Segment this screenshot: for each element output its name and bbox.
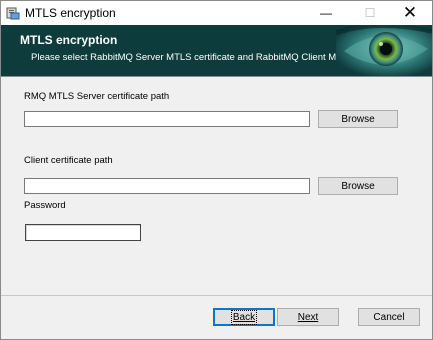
eye-icon (336, 25, 432, 76)
banner-divider (1, 76, 432, 77)
client-cert-path-input[interactable] (24, 178, 310, 194)
cancel-button[interactable]: Cancel (358, 308, 420, 326)
installer-window: MTLS encryption — ☐ ✕ MTLS encryption Pl… (0, 0, 433, 340)
installer-app-icon (6, 7, 20, 20)
client-cert-label: Client certificate path (24, 155, 113, 166)
browse-label: Browse (341, 113, 375, 125)
maximize-icon: ☐ (364, 6, 376, 20)
back-button[interactable]: Back (213, 308, 275, 326)
banner-subtitle: Please select RabbitMQ Server MTLS certi… (31, 52, 365, 63)
next-button[interactable]: Next (277, 308, 339, 326)
window-title: MTLS encryption (25, 6, 116, 20)
title-bar: MTLS encryption — ☐ ✕ (1, 1, 432, 25)
next-label: Next (297, 311, 319, 323)
header-banner: MTLS encryption Please select RabbitMQ S… (1, 25, 432, 76)
browse-label: Browse (341, 180, 375, 192)
banner-title: MTLS encryption (20, 33, 118, 47)
minimize-button[interactable]: — (307, 1, 345, 25)
back-label: Back (230, 309, 258, 325)
browse-server-cert-button[interactable]: Browse (318, 110, 398, 128)
footer-divider (1, 295, 432, 296)
minimize-icon: — (320, 6, 332, 20)
password-input[interactable] (25, 224, 141, 241)
browse-client-cert-button[interactable]: Browse (318, 177, 398, 195)
password-label: Password (24, 200, 66, 211)
server-cert-path-input[interactable] (24, 111, 310, 127)
cancel-label: Cancel (373, 311, 405, 323)
close-button[interactable]: ✕ (391, 1, 429, 25)
close-icon: ✕ (402, 3, 418, 22)
maximize-button[interactable]: ☐ (351, 1, 389, 25)
server-cert-label: RMQ MTLS Server certificate path (24, 91, 170, 102)
